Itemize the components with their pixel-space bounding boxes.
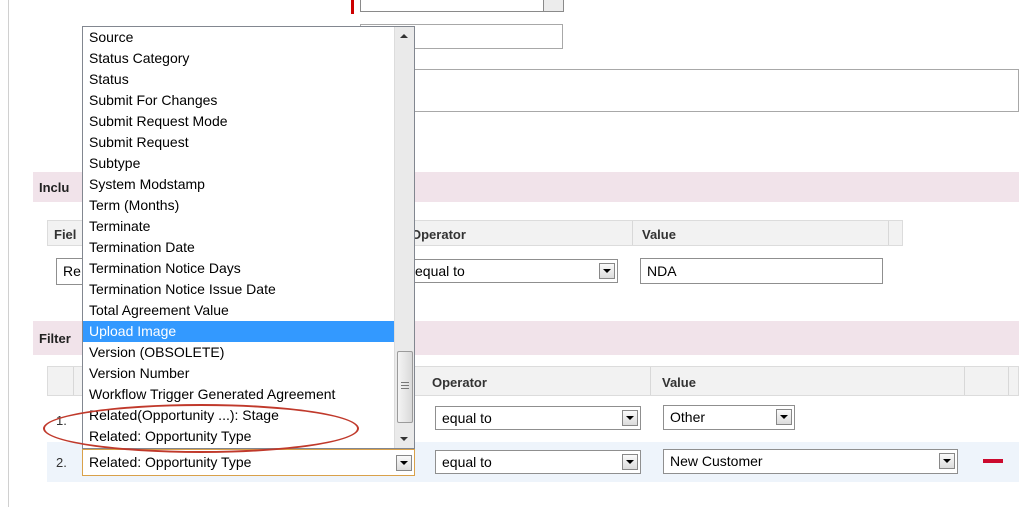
filter-row-number: 2. [56,455,67,470]
dropdown-option[interactable]: Term (Months) [83,195,396,216]
filter-row1-operator-select[interactable]: equal to [435,406,641,430]
dropdown-option[interactable]: Workflow Trigger Generated Agreement [83,384,396,405]
include-value-input[interactable]: NDA [640,258,883,284]
chevron-down-icon[interactable] [939,453,955,469]
dropdown-option[interactable]: Status [83,69,396,90]
chevron-down-icon[interactable] [776,409,792,425]
remove-row-icon[interactable] [983,459,1003,463]
dropdown-option[interactable]: Submit Request [83,132,396,153]
chevron-down-icon[interactable] [622,454,638,470]
scrollbar-thumb[interactable] [397,351,413,423]
include-field-value: Re [63,263,81,279]
chevron-down-icon[interactable] [622,410,638,426]
dropdown-option[interactable]: Total Agreement Value [83,300,396,321]
dropdown-option[interactable]: Terminate [83,216,396,237]
value-header: Value [642,227,676,242]
grip-line [401,382,409,383]
header-divider [964,367,965,395]
chevron-down-icon[interactable] [599,263,615,279]
dropdown-option[interactable]: Status Category [83,48,396,69]
filter-section-title: Filter [39,331,71,346]
filter-row1-value-select[interactable]: Other [663,405,795,430]
dropdown-option[interactable]: Termination Date [83,237,396,258]
filter-row1-value-text: Other [670,409,706,425]
dropdown-scrollbar[interactable] [394,27,414,448]
filter-row2-value-text: New Customer [670,453,763,469]
include-section-title: Inclu [39,180,70,195]
include-operator-select[interactable]: equal to [408,259,618,283]
dropdown-option[interactable]: Version (OBSOLETE) [83,342,396,363]
dropdown-option[interactable]: System Modstamp [83,174,396,195]
filter-row2-field-select[interactable]: Related: Opportunity Type [82,449,415,476]
dropdown-options: Source Status Category Status Submit For Ch… [83,27,396,447]
dropdown-option[interactable]: Upload Image [83,321,396,342]
top-select-arrow-icon[interactable] [543,0,563,11]
include-operator-value: equal to [415,263,465,279]
header-divider [888,221,889,245]
operator-header: Operator [411,227,466,242]
dropdown-option[interactable]: Version Number [83,363,396,384]
dropdown-option[interactable]: Submit For Changes [83,90,396,111]
dropdown-option[interactable]: Subtype [83,153,396,174]
filter-operator-header: Operator [432,375,487,390]
annotation-oval [43,404,359,453]
filter-row2-operator-select[interactable]: equal to [435,450,641,474]
filter-row2-field-value: Related: Opportunity Type [89,454,252,470]
dropdown-option[interactable]: Termination Notice Days [83,258,396,279]
field-header: Fiel [54,227,77,242]
top-select[interactable] [360,0,564,12]
filter-value-header: Value [662,375,696,390]
include-value-text: NDA [647,263,677,279]
filter-row2-value-select[interactable]: New Customer [663,449,958,474]
chevron-down-icon[interactable] [396,455,412,471]
text-area[interactable] [360,69,1019,112]
dropdown-option[interactable]: Termination Notice Issue Date [83,279,396,300]
filter-row1-operator-value: equal to [442,410,492,426]
scroll-up-arrow-icon[interactable] [395,27,414,44]
header-divider [73,367,74,395]
header-divider [650,367,651,395]
header-divider [632,221,633,245]
field-dropdown-list[interactable]: Source Status Category Status Submit For Ch… [82,26,415,449]
grip-line [401,388,409,389]
header-divider [1008,367,1009,395]
required-field-marker [351,0,354,14]
filter-row2-operator-value: equal to [442,454,492,470]
grip-line [401,385,409,386]
dropdown-option[interactable]: Source [83,27,396,48]
dropdown-option[interactable]: Submit Request Mode [83,111,396,132]
scroll-down-arrow-icon[interactable] [395,431,414,448]
